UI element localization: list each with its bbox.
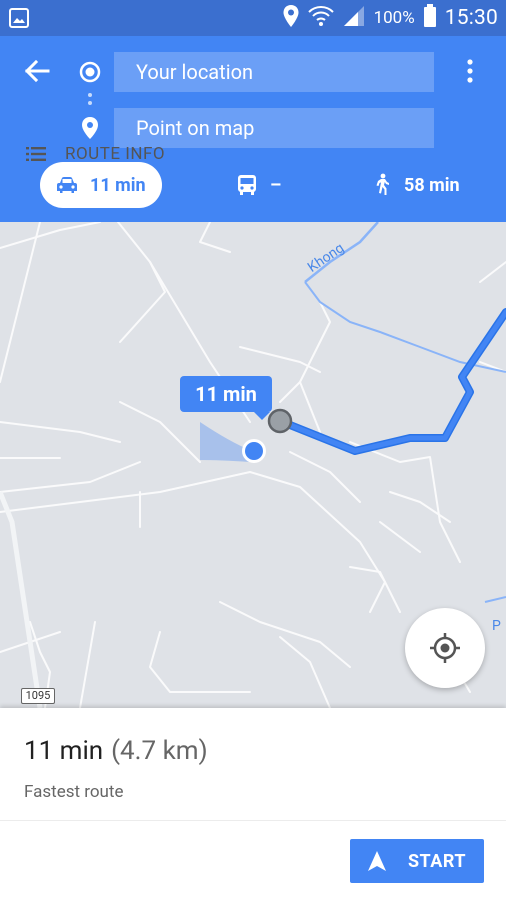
divider — [0, 820, 506, 821]
route-duration: 11 min — [24, 736, 104, 766]
start-navigation-button[interactable]: START — [350, 839, 484, 883]
map-edge-label: P — [492, 618, 501, 634]
battery-percent: 100% — [373, 8, 415, 28]
back-arrow-icon — [24, 59, 50, 83]
location-icon — [282, 4, 300, 32]
my-location-button[interactable] — [405, 608, 485, 688]
route-info-label: ROUTE INFO — [65, 144, 166, 164]
more-vert-icon — [467, 59, 473, 83]
walk-duration: 58 min — [404, 174, 460, 196]
destination-pin-icon — [80, 116, 100, 140]
navigation-arrow-icon — [367, 851, 386, 871]
status-bar: 100% 15:30 — [0, 0, 506, 36]
wifi-icon — [307, 4, 334, 32]
image-notification-icon — [8, 7, 30, 29]
route-dots-icon — [88, 92, 92, 112]
drive-duration: 11 min — [90, 174, 146, 196]
route-description: Fastest route — [24, 782, 124, 802]
back-button[interactable] — [20, 54, 54, 88]
transit-duration: – — [270, 174, 282, 196]
signal-icon — [342, 5, 366, 31]
mode-transit-tab[interactable]: – — [236, 162, 281, 208]
route-time-callout: 11 min — [180, 376, 272, 420]
route-summary: 11 min (4.7 km) — [24, 736, 208, 766]
start-label: START — [407, 850, 467, 872]
clock: 15:30 — [444, 6, 498, 30]
route-distance: (4.7 km) — [111, 736, 208, 766]
battery-icon — [423, 4, 437, 32]
walk-icon — [372, 173, 392, 197]
more-options-button[interactable] — [458, 56, 482, 86]
route-info-button[interactable]: ROUTE INFO — [26, 138, 165, 170]
origin-icon — [78, 60, 102, 84]
road-number-shield: 1095 — [21, 688, 55, 704]
car-icon — [56, 175, 78, 195]
list-icon — [26, 147, 48, 161]
bus-icon — [236, 174, 258, 196]
my-location-icon — [430, 633, 460, 663]
origin-field[interactable]: Your location — [114, 52, 434, 92]
mode-walk-tab[interactable]: 58 min — [372, 162, 460, 208]
directions-header: Your location Point on map 11 min – 58 m… — [0, 36, 506, 222]
